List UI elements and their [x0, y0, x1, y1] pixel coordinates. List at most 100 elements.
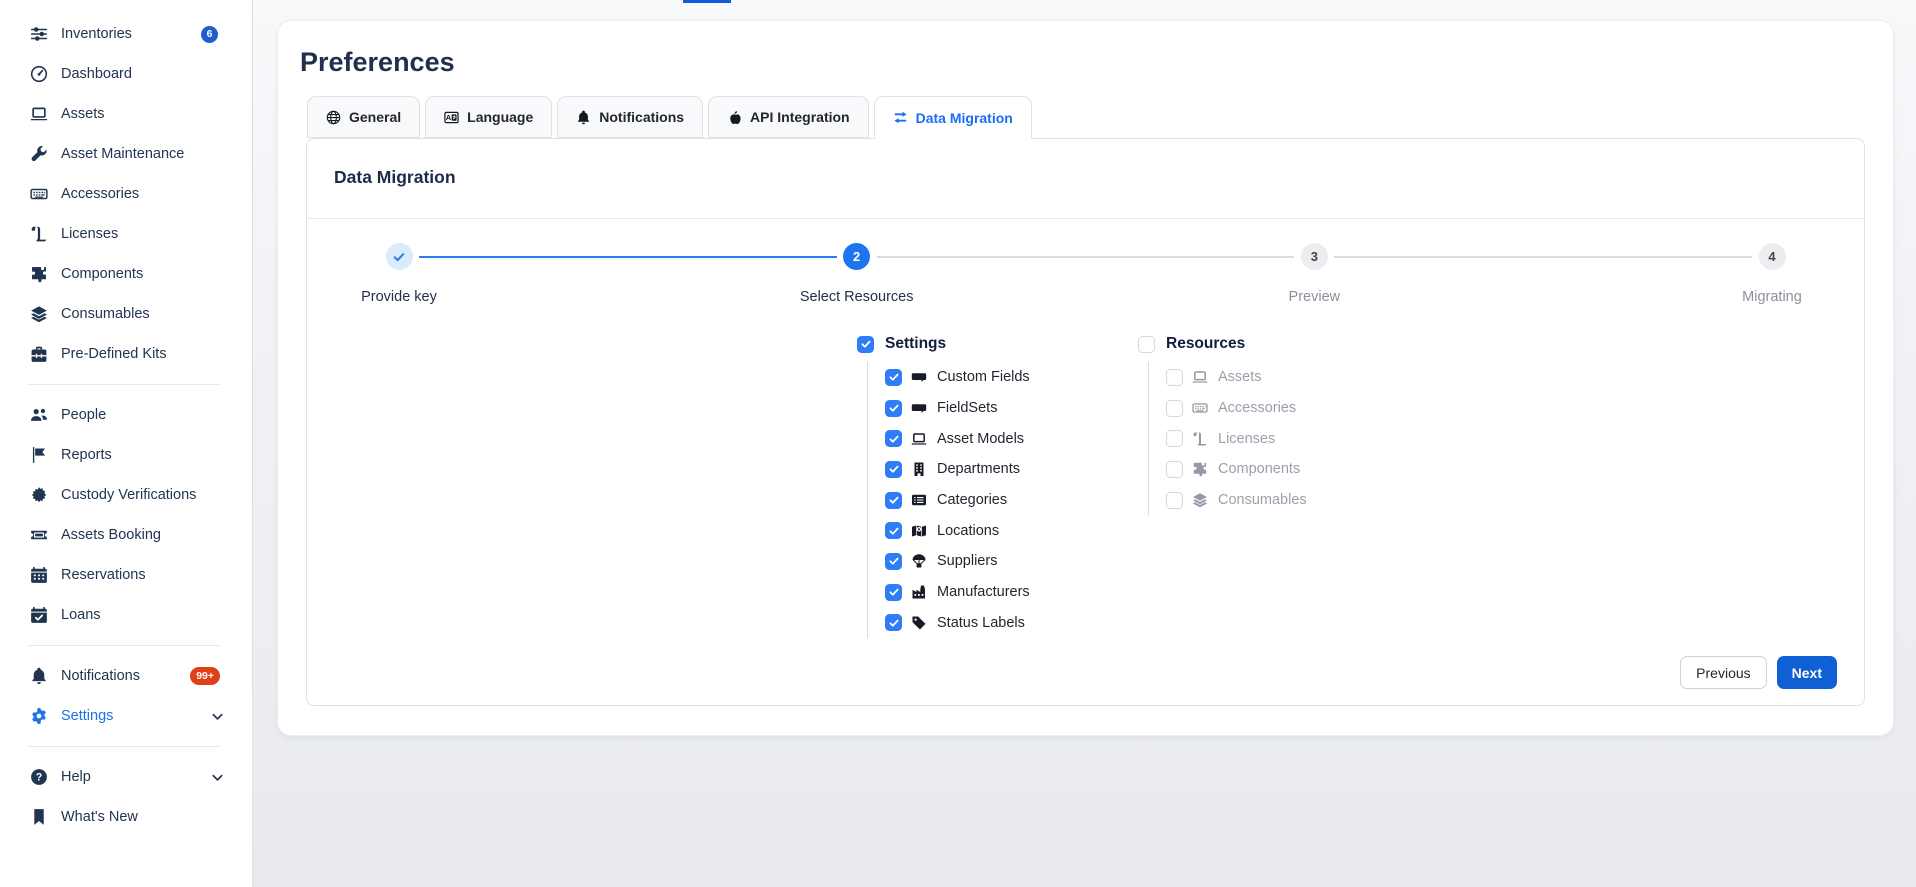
chevron-down-icon[interactable]: [210, 709, 225, 724]
step-label: Preview: [1289, 289, 1341, 305]
sidebar-item-help[interactable]: Help: [0, 757, 252, 797]
laptop-icon: [1192, 369, 1208, 385]
page-title: Preferences: [300, 47, 1893, 78]
sidebar-item-inventories[interactable]: Inventories 6: [0, 14, 252, 54]
previous-button[interactable]: Previous: [1680, 656, 1766, 689]
sidebar-item-people[interactable]: People: [0, 395, 252, 435]
components-checkbox[interactable]: [1166, 461, 1183, 478]
main-area: Preferences General Language Notificatio…: [253, 0, 1916, 887]
departments-checkbox[interactable]: [885, 461, 902, 478]
sidebar-item-label: Help: [61, 769, 91, 785]
manufacturers-checkbox[interactable]: [885, 584, 902, 601]
keyboard-icon: [30, 185, 48, 203]
puzzle-icon: [1192, 461, 1208, 477]
list-icon: [911, 492, 927, 508]
sidebar-item-reports[interactable]: Reports: [0, 435, 252, 475]
fieldsets-checkbox[interactable]: [885, 400, 902, 417]
next-button[interactable]: Next: [1777, 656, 1837, 689]
step-2-circle[interactable]: 2: [843, 243, 870, 270]
ticket-icon: [30, 526, 48, 544]
tree-item-label: Custom Fields: [937, 369, 1030, 385]
tab-label: Notifications: [599, 109, 684, 125]
sidebar-divider: [28, 384, 220, 385]
resources-group-children: Assets Accessories Licenses: [1148, 362, 1307, 515]
sidebar-item-label: Assets Booking: [61, 527, 161, 543]
settings-group-title: Settings: [885, 335, 946, 353]
sidebar-item-custody-verifications[interactable]: Custody Verifications: [0, 475, 252, 515]
categories-checkbox[interactable]: [885, 492, 902, 509]
data-migration-panel: Data Migration Provide key 2 Select Reso…: [306, 138, 1865, 706]
tree-item-manufacturers: Manufacturers: [885, 577, 1030, 608]
sidebar-item-whats-new[interactable]: What's New: [0, 797, 252, 837]
tab-data-migration[interactable]: Data Migration: [874, 96, 1032, 139]
sidebar-item-assets-booking[interactable]: Assets Booking: [0, 515, 252, 555]
tree-item-label: Accessories: [1218, 400, 1296, 416]
settings-checkbox[interactable]: [857, 336, 874, 353]
sidebar-item-accessories[interactable]: Accessories: [0, 174, 252, 214]
sidebar-item-assets[interactable]: Assets: [0, 94, 252, 134]
status-labels-checkbox[interactable]: [885, 614, 902, 631]
tab-notifications[interactable]: Notifications: [557, 96, 703, 138]
sidebar-item-licenses[interactable]: Licenses: [0, 214, 252, 254]
step-label: Provide key: [361, 289, 437, 305]
tag-icon: [911, 615, 927, 631]
assets-checkbox[interactable]: [1166, 369, 1183, 386]
preferences-tabs: General Language Notifications API Integ…: [307, 96, 1893, 138]
step-3-circle[interactable]: 3: [1301, 243, 1328, 270]
sidebar-item-label: Loans: [61, 607, 101, 623]
sidebar-item-asset-maintenance[interactable]: Asset Maintenance: [0, 134, 252, 174]
chevron-down-icon[interactable]: [210, 770, 225, 785]
suppliers-checkbox[interactable]: [885, 553, 902, 570]
consumables-checkbox[interactable]: [1166, 492, 1183, 509]
resources-group-header: Resources: [1138, 335, 1307, 353]
notifications-count-badge: 99+: [190, 667, 220, 685]
sidebar-item-label: What's New: [61, 809, 138, 825]
sidebar-item-label: Settings: [61, 708, 113, 724]
step-label: Select Resources: [800, 289, 914, 305]
resources-checkbox[interactable]: [1138, 336, 1155, 353]
sidebar-item-reservations[interactable]: Reservations: [0, 555, 252, 595]
sidebar-item-notifications[interactable]: Notifications 99+: [0, 656, 252, 696]
tree-item-locations: Locations: [885, 515, 1030, 546]
step-1-circle[interactable]: [386, 243, 413, 270]
panel-title: Data Migration: [307, 139, 1864, 219]
tree-item-fieldsets: FieldSets: [885, 393, 1030, 424]
tab-language[interactable]: Language: [425, 96, 552, 138]
input-field-icon: [911, 369, 927, 385]
keyboard-icon: [1192, 400, 1208, 416]
sidebar-item-pre-defined-kits[interactable]: Pre-Defined Kits: [0, 334, 252, 374]
tree-item-label: FieldSets: [937, 400, 997, 416]
tree-item-assets: Assets: [1166, 362, 1307, 393]
sidebar-item-components[interactable]: Components: [0, 254, 252, 294]
sidebar: Inventories 6 Dashboard Assets Asset Mai…: [0, 0, 253, 887]
sidebar-item-label: Notifications: [61, 668, 140, 684]
laptop-icon: [911, 431, 927, 447]
tab-general[interactable]: General: [307, 96, 420, 138]
tree-item-label: Assets: [1218, 369, 1262, 385]
sidebar-item-label: Pre-Defined Kits: [61, 346, 167, 362]
sidebar-item-label: Reservations: [61, 567, 146, 583]
tab-api-integration[interactable]: API Integration: [708, 96, 869, 138]
swap-arrows-icon: [893, 110, 908, 125]
asset-models-checkbox[interactable]: [885, 430, 902, 447]
tree-item-label: Consumables: [1218, 492, 1307, 508]
locations-checkbox[interactable]: [885, 522, 902, 539]
sidebar-item-loans[interactable]: Loans: [0, 595, 252, 635]
speedometer-icon: [30, 65, 48, 83]
question-circle-icon: [30, 768, 48, 786]
licenses-checkbox[interactable]: [1166, 430, 1183, 447]
factory-icon: [911, 584, 927, 600]
custom-fields-checkbox[interactable]: [885, 369, 902, 386]
sidebar-item-settings[interactable]: Settings: [0, 696, 252, 736]
flag-icon: [30, 446, 48, 464]
step-4-circle[interactable]: 4: [1759, 243, 1786, 270]
sidebar-item-dashboard[interactable]: Dashboard: [0, 54, 252, 94]
tab-label: Language: [467, 109, 533, 125]
parachute-box-icon: [911, 553, 927, 569]
puzzle-icon: [30, 265, 48, 283]
settings-group: Settings Custom Fields FieldS: [857, 335, 1030, 638]
sidebar-item-consumables[interactable]: Consumables: [0, 294, 252, 334]
tree-item-departments: Departments: [885, 454, 1030, 485]
wrench-icon: [30, 145, 48, 163]
accessories-checkbox[interactable]: [1166, 400, 1183, 417]
